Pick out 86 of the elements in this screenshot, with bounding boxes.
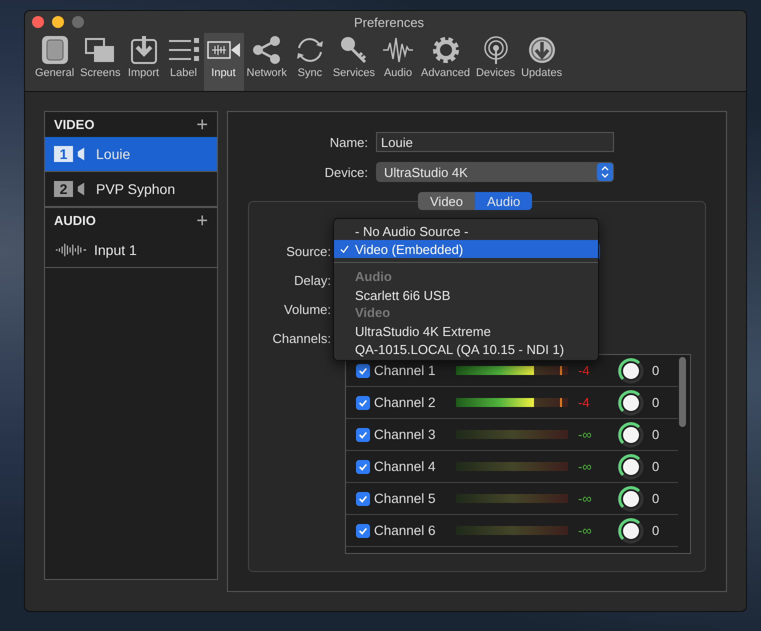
checkmark-icon bbox=[340, 244, 349, 254]
volume-value: 0 bbox=[651, 395, 660, 410]
number-badge: 1 bbox=[54, 146, 73, 162]
checkmark-icon bbox=[358, 398, 368, 408]
item-label: Input 1 bbox=[94, 242, 137, 258]
toolbar-tab[interactable]: Services bbox=[330, 33, 378, 91]
section-heading: AUDIO bbox=[54, 213, 96, 228]
channel-name: Channel 1 bbox=[373, 363, 437, 378]
level-reading: -4 bbox=[577, 363, 591, 378]
channel-name: Channel 5 bbox=[373, 491, 437, 506]
menu-item[interactable]: QA-1015.LOCAL (QA 10.15 - NDI 1) bbox=[334, 340, 598, 358]
add-button[interactable]: + bbox=[196, 210, 208, 230]
level-reading: -∞ bbox=[577, 459, 593, 474]
field-label: Channels: bbox=[271, 331, 332, 346]
checkbox[interactable] bbox=[356, 492, 370, 506]
toolbar-tab[interactable]: Input bbox=[204, 33, 244, 91]
checkbox[interactable] bbox=[356, 460, 370, 474]
item-label: PVP Syphon bbox=[96, 181, 176, 197]
channel-name: Channel 2 bbox=[373, 395, 437, 410]
volume-value: 0 bbox=[651, 427, 660, 442]
window-title: Preferences bbox=[352, 14, 426, 30]
sidebar-item[interactable]: 2 PVP Syphon bbox=[45, 172, 217, 207]
menu-heading: Video bbox=[354, 304, 392, 322]
tab[interactable]: Audio bbox=[475, 192, 532, 210]
field-label: Source: bbox=[285, 244, 332, 259]
toolbar-tab[interactable]: Screens bbox=[77, 33, 124, 91]
checkbox[interactable] bbox=[356, 364, 370, 378]
camera-icon bbox=[77, 181, 85, 197]
item-label: Louie bbox=[96, 146, 130, 162]
toolbar-tab[interactable]: General bbox=[32, 33, 78, 91]
toolbar-tab[interactable]: Import bbox=[124, 33, 164, 91]
device-select[interactable]: UltraStudio 4K bbox=[376, 162, 614, 182]
level-reading: -∞ bbox=[577, 523, 593, 538]
waveform-icon bbox=[54, 242, 88, 258]
field-label: Device: bbox=[324, 164, 369, 180]
add-button[interactable]: + bbox=[196, 114, 208, 134]
volume-value: 0 bbox=[651, 459, 660, 474]
menu-item[interactable]: UltraStudio 4K Extreme bbox=[334, 322, 598, 340]
volume-value: 0 bbox=[651, 523, 660, 538]
toolbar-tab[interactable]: Sync bbox=[290, 33, 330, 91]
number-badge: 2 bbox=[54, 181, 73, 197]
field-label: Delay: bbox=[293, 273, 332, 288]
field-label: Name: bbox=[328, 134, 369, 150]
toolbar-tab[interactable]: Label bbox=[164, 33, 204, 91]
field-label: Volume: bbox=[283, 302, 332, 317]
menu-item[interactable]: Video (Embedded) bbox=[334, 240, 598, 258]
checkmark-icon bbox=[358, 430, 368, 440]
checkbox[interactable] bbox=[356, 428, 370, 442]
waveform-icon bbox=[381, 35, 416, 65]
camera-icon bbox=[77, 146, 85, 162]
toolbar-tab[interactable]: Advanced bbox=[418, 33, 473, 91]
checkmark-icon bbox=[358, 526, 368, 536]
checkmark-icon bbox=[358, 366, 368, 376]
volume-knob[interactable] bbox=[618, 454, 644, 480]
checkbox[interactable] bbox=[356, 524, 370, 538]
menu-heading: Audio bbox=[354, 268, 393, 286]
checkmark-icon bbox=[358, 462, 368, 472]
toolbar-tab[interactable]: Audio bbox=[378, 33, 418, 91]
toolbar-tab[interactable]: Network bbox=[244, 33, 290, 91]
tab[interactable]: Video bbox=[418, 192, 476, 210]
minimize-button[interactable] bbox=[52, 16, 64, 28]
level-reading: -∞ bbox=[577, 427, 593, 442]
volume-value: 0 bbox=[651, 363, 660, 378]
channel-name: Channel 3 bbox=[373, 427, 437, 442]
level-reading: -4 bbox=[577, 395, 591, 410]
volume-knob[interactable] bbox=[618, 422, 644, 448]
volume-value: 0 bbox=[651, 491, 660, 506]
level-reading: -∞ bbox=[577, 491, 593, 506]
volume-knob[interactable] bbox=[618, 518, 644, 544]
updown-icon bbox=[597, 163, 613, 181]
menu-item[interactable]: - No Audio Source - bbox=[334, 222, 598, 240]
toolbar-tab[interactable]: Updates bbox=[518, 33, 566, 91]
volume-knob[interactable] bbox=[618, 486, 644, 512]
close-button[interactable] bbox=[32, 16, 44, 28]
section-heading: VIDEO bbox=[54, 117, 94, 132]
sidebar-item[interactable]: Input 1 bbox=[45, 233, 217, 268]
channel-name: Channel 6 bbox=[373, 523, 437, 538]
checkmark-icon bbox=[358, 494, 368, 504]
channel-name: Channel 4 bbox=[373, 459, 437, 474]
name-field[interactable]: Louie bbox=[376, 132, 614, 152]
sidebar-item[interactable]: 1 Louie bbox=[45, 137, 217, 172]
checkbox[interactable] bbox=[356, 396, 370, 410]
volume-knob[interactable] bbox=[618, 358, 644, 384]
toolbar-tab[interactable]: Devices bbox=[472, 33, 518, 91]
menu-item[interactable]: Scarlett 6i6 USB bbox=[334, 286, 598, 304]
volume-knob[interactable] bbox=[618, 390, 644, 416]
